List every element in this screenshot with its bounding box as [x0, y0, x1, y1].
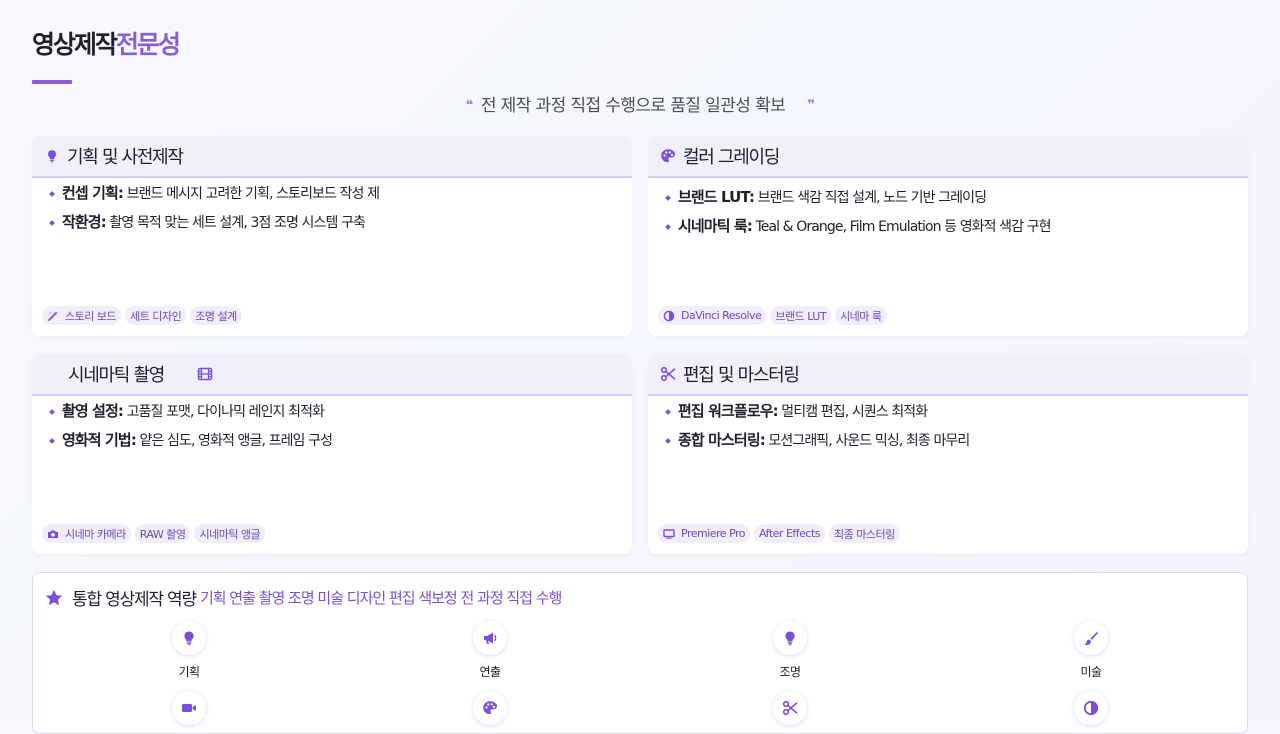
skill-directing-circle: [473, 621, 507, 655]
tag-cinematic-angle: 시네마틱 앵글: [194, 524, 266, 543]
skill-art: 미술: [1051, 621, 1131, 680]
half-circle-icon: [1083, 700, 1099, 716]
monitor-icon: [663, 528, 675, 540]
card-cinematic-shooting-header: 시네마틱 촬영: [32, 354, 632, 396]
tag-cinema-look: 시네마 룩: [835, 306, 887, 325]
card-editing-mastering-tags: Premiere Pro After Effects 최종 마스터링: [658, 524, 900, 543]
scissors-icon: [659, 365, 677, 383]
title-underline: [32, 80, 72, 84]
card-planning-title: 기획 및 사전제작: [67, 147, 184, 168]
list-item: 촬영 설정: 고품질 포맷, 다이나믹 레인지 최적화: [50, 402, 446, 421]
card-editing-mastering: 편집 및 마스터링 편집 워크플로우: 멀티캠 편집, 시퀀스 최적화 종합 마…: [648, 354, 1248, 554]
integrated-capability-subtitle: 기획 연출 촬영 조명 미술 디자인 편집 색보정 전 과정 직접 수행: [199, 589, 562, 607]
tagline-quote: ❝ 전 제작 과정 직접 수행으로 품질 일관성 확보 ❞: [0, 94, 1280, 118]
quote-close-icon: ❞: [807, 98, 815, 113]
tag-cinema-camera: 시네마 카메라: [42, 524, 131, 543]
skill-lighting: 조명: [750, 621, 830, 680]
skill-art-label: 미술: [1080, 665, 1102, 679]
list-item: 종합 마스터링: 모션그래픽, 사운드 믹싱, 최종 마무리: [666, 431, 1062, 450]
skill-directing: 연출: [450, 621, 530, 680]
skill-editing: [750, 691, 830, 733]
card-color-grading-header: 컬러 그레이딩: [648, 136, 1248, 178]
skill-art-circle: [1074, 621, 1108, 655]
card-color-grading-bullets: 브랜드 LUT: 브랜드 색감 직접 설계, 노드 기반 그레이딩 시네마틱 룩…: [648, 188, 1248, 236]
skill-video: [149, 691, 229, 733]
card-editing-mastering-bullets: 편집 워크플로우: 멀티캠 편집, 시퀀스 최적화 종합 마스터링: 모션그래픽…: [648, 402, 1248, 450]
integrated-capability-title: 통합 영상제작 역량: [72, 590, 197, 610]
skill-planning-label: 기획: [178, 665, 200, 679]
card-cinematic-shooting-bullets: 촬영 설정: 고품질 포맷, 다이나믹 레인지 최적화 영화적 기법: 얕은 심…: [32, 402, 632, 450]
list-item: 작환경: 촬영 목적 맞는 세트 설계, 3점 조명 시스템 구축: [50, 213, 446, 232]
lightbulb-icon: [785, 631, 795, 646]
page-title-accent: 전문성: [116, 30, 181, 59]
page-title-main: 영상제작: [32, 30, 118, 59]
card-color-grading: 컬러 그레이딩 브랜드 LUT: 브랜드 색감 직접 설계, 노드 기반 그레이…: [648, 136, 1248, 336]
skill-planning: 기획: [149, 621, 229, 680]
card-cinematic-shooting-title: 시네마틱 촬영: [68, 365, 165, 386]
skill-lighting-circle: [773, 621, 807, 655]
star-icon: [45, 589, 63, 607]
list-item: 시네마틱 룩: Teal & Orange, Film Emulation 등 …: [666, 217, 1062, 236]
tagline-text: 전 제작 과정 직접 수행으로 품질 일관성 확보: [480, 96, 786, 116]
skill-design: [450, 691, 530, 733]
half-circle-icon: [663, 310, 675, 322]
tag-davinci-resolve: DaVinci Resolve: [658, 306, 767, 325]
tag-raw-shooting: RAW 촬영: [134, 524, 191, 543]
scissors-icon: [782, 700, 798, 716]
camera-icon: [47, 528, 59, 540]
card-planning-header: 기획 및 사전제작: [32, 136, 632, 178]
skill-lighting-label: 조명: [779, 665, 801, 679]
card-editing-mastering-header: 편집 및 마스터링: [648, 354, 1248, 396]
tag-final-mastering: 최종 마스터링: [829, 524, 900, 543]
list-item: 편집 워크플로우: 멀티캠 편집, 시퀀스 최적화: [666, 402, 1062, 421]
skill-color-grading: [1051, 691, 1131, 733]
tag-storyboard: 스토리 보드: [42, 306, 122, 325]
card-cinematic-shooting: 시네마틱 촬영 촬영 설정: 고품질 포맷, 다이나믹 레인지 최적화 영화적 …: [32, 354, 632, 554]
magic-wand-icon: [47, 310, 59, 322]
tag-brand-lut: 브랜드 LUT: [770, 306, 832, 325]
quote-open-icon: ❝: [465, 98, 474, 113]
palette-icon: [659, 147, 677, 165]
card-color-grading-tags: DaVinci Resolve 브랜드 LUT 시네마 룩: [658, 306, 887, 325]
video-camera-icon: [182, 704, 196, 712]
list-item: 영화적 기법: 얕은 심도, 영화적 앵글, 프레임 구성: [50, 431, 446, 450]
card-editing-mastering-title: 편집 및 마스터링: [683, 365, 800, 386]
palette-icon: [483, 701, 497, 715]
tag-lighting-design: 조명 설계: [190, 306, 242, 325]
page-title: 영상제작전문성: [32, 30, 181, 60]
lightbulb-icon: [184, 631, 194, 646]
integrated-capability-panel: 통합 영상제작 역량 기획 연출 촬영 조명 미술 디자인 편집 색보정 전 과…: [32, 572, 1248, 734]
skill-directing-label: 연출: [479, 665, 501, 679]
skill-planning-circle: [172, 621, 206, 655]
film-icon: [196, 365, 214, 383]
list-item: 브랜드 LUT: 브랜드 색감 직접 설계, 노드 기반 그레이딩: [666, 188, 1062, 207]
card-planning: 기획 및 사전제작 컨셉 기획: 브랜드 메시지 고려한 기획, 스토리보드 작…: [32, 136, 632, 336]
card-color-grading-title: 컬러 그레이딩: [683, 147, 780, 168]
tag-set-design: 세트 디자인: [125, 306, 187, 325]
tag-premiere-pro: Premiere Pro: [658, 524, 751, 543]
list-item: 컨셉 기획: 브랜드 메시지 고려한 기획, 스토리보드 작성 제: [50, 184, 446, 203]
card-planning-tags: 스토리 보드 세트 디자인 조명 설계: [42, 306, 242, 325]
integrated-capability-header: 통합 영상제작 역량 기획 연출 촬영 조명 미술 디자인 편집 색보정 전 과…: [45, 585, 562, 610]
megaphone-icon: [484, 632, 497, 644]
paintbrush-icon: [1084, 631, 1098, 646]
card-cinematic-shooting-tags: 시네마 카메라 RAW 촬영 시네마틱 앵글: [42, 524, 266, 543]
card-planning-bullets: 컨셉 기획: 브랜드 메시지 고려한 기획, 스토리보드 작성 제 작환경: 촬…: [32, 184, 632, 232]
tag-after-effects: After Effects: [754, 524, 825, 543]
lightbulb-icon: [43, 147, 61, 165]
